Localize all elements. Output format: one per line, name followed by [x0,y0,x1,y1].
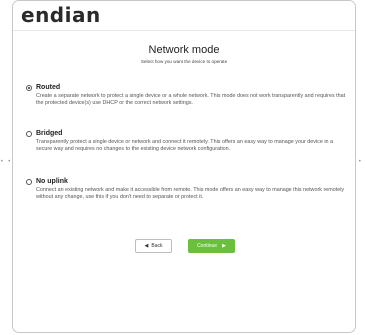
option-bridged-label[interactable]: Bridged [36,130,62,137]
endian-logo: endian [21,3,101,27]
page-subtitle: Select how you want the device to operat… [140,59,228,64]
chevron-left-icon: ◀ [144,242,149,249]
option-bridged-description: Transparently protect a single device or… [36,139,334,153]
top-bar: endian [13,1,355,31]
back-button-label: Back [151,243,163,249]
option-routed-label[interactable]: Routed [36,84,60,91]
continue-button-label: Continue [197,243,218,249]
right-pagination-dot: • [358,158,363,165]
chevron-right-icon: ▶ [222,242,226,249]
setup-wizard-window: endian Network mode Select how you want … [12,0,356,333]
radio-no-uplink[interactable] [26,179,32,185]
option-routed-description: Create a separate network to protect a s… [36,93,346,107]
continue-button[interactable]: Continue ▶ [188,239,235,253]
option-no-uplink-label[interactable]: No uplink [36,178,68,185]
page-title: Network mode [148,44,220,56]
screen: • • • • • endian Network mode Select how… [0,0,365,335]
wizard-content: Network mode Select how you want the dev… [13,31,355,332]
back-button[interactable]: ◀ Back [135,239,172,253]
radio-bridged[interactable] [26,131,32,137]
radio-routed[interactable] [26,85,32,91]
option-no-uplink-description: Connect an existing network and make it … [36,187,345,201]
